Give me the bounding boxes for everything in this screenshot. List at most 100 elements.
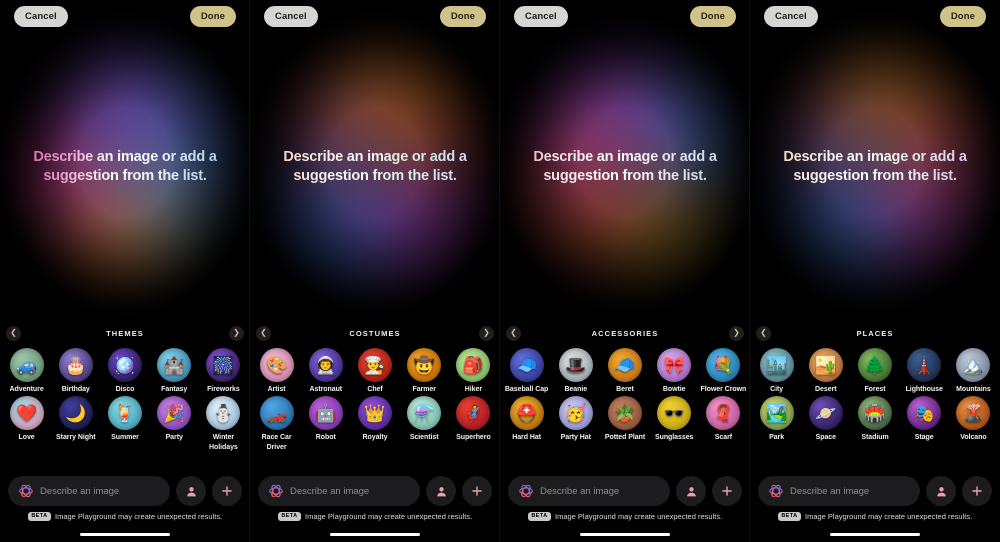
chevron-left-icon[interactable]: ❮: [256, 325, 271, 341]
suggestion-glyph: 🎒: [462, 355, 484, 375]
suggestion-label: Birthday: [61, 386, 90, 393]
suggestion-item[interactable]: 🪴 Potted Plant: [600, 396, 649, 442]
suggestion-item[interactable]: 🗼 Lighthouse: [900, 348, 949, 394]
describe-image-input[interactable]: Describe an image: [258, 476, 420, 506]
suggestion-glyph: 🎂: [65, 355, 87, 375]
suggestion-item[interactable]: ⛄ Winter Holidays: [199, 396, 248, 452]
suggestion-glyph: 👑: [364, 403, 386, 423]
page-title: Describe an image or add a suggestion fr…: [250, 148, 499, 185]
suggestions-header: ❮ ACCESSORIES ❯: [500, 324, 749, 342]
suggestion-item[interactable]: 🎉 Party: [150, 396, 199, 452]
suggestion-label: Summer: [111, 434, 139, 442]
home-indicator[interactable]: [830, 532, 920, 536]
accessories-panel: Cancel Done Describe an image or add a s…: [500, 0, 750, 542]
plus-icon[interactable]: [212, 476, 242, 506]
suggestion-item[interactable]: 🚙 Adventure: [2, 348, 51, 394]
plus-icon[interactable]: [962, 476, 992, 506]
suggestion-label: Lighthouse: [905, 386, 943, 393]
suggestion-item[interactable]: 🌋 Volcano: [949, 396, 998, 442]
input-row: Describe an image: [500, 470, 749, 506]
suggestion-item[interactable]: 🏜️ Desert: [801, 348, 850, 394]
suggestion-item[interactable]: 🥳 Party Hat: [551, 396, 600, 442]
cancel-button[interactable]: Cancel: [14, 5, 68, 27]
suggestion-glyph: 🍹: [114, 403, 136, 423]
suggestion-item[interactable]: ⚗️ Scientist: [400, 396, 449, 452]
suggestion-item[interactable]: 🏔️ Mountains: [949, 348, 998, 394]
suggestion-item[interactable]: 🕶️ Sunglasses: [650, 396, 699, 442]
suggestion-item[interactable]: 🎭 Stage: [900, 396, 949, 442]
plus-icon[interactable]: [712, 476, 742, 506]
person-icon[interactable]: [926, 476, 956, 506]
done-button[interactable]: Done: [189, 5, 236, 27]
suggestions-section: ❮ ACCESSORIES ❯ 🧢 Baseball Cap 🎩 Beanie 🧢 Ber…: [500, 324, 749, 469]
plus-icon[interactable]: [462, 476, 492, 506]
suggestion-item[interactable]: 🎆 Fireworks: [199, 348, 248, 394]
chevron-right-icon[interactable]: ❯: [229, 325, 244, 341]
suggestion-item[interactable]: 🏎️ Race Car Driver: [252, 396, 301, 452]
suggestion-thumbnail: 🧢: [509, 348, 544, 382]
person-icon[interactable]: [676, 476, 706, 506]
suggestion-item[interactable]: 🎨 Artist: [252, 348, 301, 394]
suggestion-item[interactable]: ⛑️ Hard Hat: [502, 396, 551, 442]
chevron-left-icon[interactable]: ❮: [506, 325, 521, 341]
suggestion-item[interactable]: 🪐 Space: [801, 396, 850, 442]
suggestion-glyph: 🌋: [962, 403, 984, 423]
describe-image-input[interactable]: Describe an image: [508, 476, 670, 506]
suggestion-label: Party: [165, 434, 183, 442]
suggestion-item[interactable]: ❤️ Love: [2, 396, 51, 452]
suggestion-item[interactable]: 👨‍🍳 Chef: [350, 348, 399, 394]
suggestion-item[interactable]: 🦸 Superhero: [449, 396, 498, 452]
suggestion-glyph: 🦸: [462, 403, 484, 423]
person-icon[interactable]: [426, 476, 456, 506]
suggestions-section: ❮ PLACES ❯ 🏙️ City 🏜️ Desert 🌲 Forest 🗼 Lightho…: [750, 324, 1000, 469]
suggestion-item[interactable]: 🎩 Beanie: [551, 348, 600, 394]
suggestion-item[interactable]: 🏟️ Stadium: [850, 396, 899, 442]
chevron-right-icon[interactable]: ❯: [729, 325, 744, 341]
suggestion-thumbnail: 🏰: [157, 348, 192, 382]
done-button[interactable]: Done: [689, 5, 736, 27]
suggestion-item[interactable]: 🎂 Birthday: [51, 348, 100, 394]
suggestion-label: Royalty: [362, 434, 388, 442]
suggestion-item[interactable]: 🌙 Starry Night: [51, 396, 100, 452]
suggestion-item[interactable]: 🏙️ City: [752, 348, 801, 394]
suggestion-item[interactable]: 🧢 Baseball Cap: [502, 348, 551, 394]
done-button[interactable]: Done: [939, 5, 986, 27]
chevron-left-icon[interactable]: ❮: [756, 325, 771, 341]
suggestion-item[interactable]: 🤠 Farmer: [400, 348, 449, 394]
person-icon[interactable]: [176, 476, 206, 506]
suggestion-glyph: 🥳: [565, 403, 587, 423]
chevron-left-icon[interactable]: ❮: [6, 325, 21, 341]
suggestion-item[interactable]: 🪩 Disco: [100, 348, 149, 394]
disclaimer-text: Image Playground may create unexpected r…: [54, 512, 223, 521]
suggestion-item[interactable]: 🌲 Forest: [850, 348, 899, 394]
bottom-bar: Describe an image BETA Image Playground …: [250, 470, 499, 542]
done-button[interactable]: Done: [439, 5, 486, 27]
suggestion-item[interactable]: 👨‍🚀 Astronaut: [301, 348, 350, 394]
suggestion-item[interactable]: 🎀 Bowtie: [650, 348, 699, 394]
chevron-right-icon[interactable]: ❯: [479, 325, 494, 341]
home-indicator[interactable]: [580, 532, 670, 536]
suggestion-item[interactable]: 🎒 Hiker: [449, 348, 498, 394]
cancel-button[interactable]: Cancel: [764, 5, 818, 27]
suggestion-grid: 🎨 Artist 👨‍🚀 Astronaut 👨‍🍳 Chef 🤠 Farmer 🎒 Hiker 🏎…: [250, 342, 499, 452]
cancel-button[interactable]: Cancel: [264, 5, 318, 27]
suggestion-label: Flower Crown: [700, 386, 747, 393]
describe-image-input[interactable]: Describe an image: [8, 476, 170, 506]
home-indicator[interactable]: [330, 532, 420, 536]
suggestion-item[interactable]: 🏞️ Park: [752, 396, 801, 442]
beta-badge: BETA: [777, 512, 801, 521]
home-indicator[interactable]: [80, 532, 170, 536]
describe-image-input[interactable]: Describe an image: [758, 476, 920, 506]
cancel-button[interactable]: Cancel: [514, 5, 568, 27]
suggestion-item[interactable]: 🧣 Scarf: [699, 396, 748, 442]
suggestion-label: Space: [815, 434, 836, 442]
suggestion-item[interactable]: 🧢 Beret: [600, 348, 649, 394]
suggestion-item[interactable]: 🤖 Robot: [301, 396, 350, 452]
suggestion-item[interactable]: 🍹 Summer: [100, 396, 149, 452]
suggestion-item[interactable]: 👑 Royalty: [350, 396, 399, 452]
suggestion-thumbnail: 🎉: [157, 396, 192, 431]
suggestion-glyph: 🚙: [16, 355, 38, 375]
suggestion-item[interactable]: 💐 Flower Crown: [699, 348, 748, 394]
suggestion-item[interactable]: 🏰 Fantasy: [150, 348, 199, 394]
suggestion-label: Love: [18, 434, 35, 442]
